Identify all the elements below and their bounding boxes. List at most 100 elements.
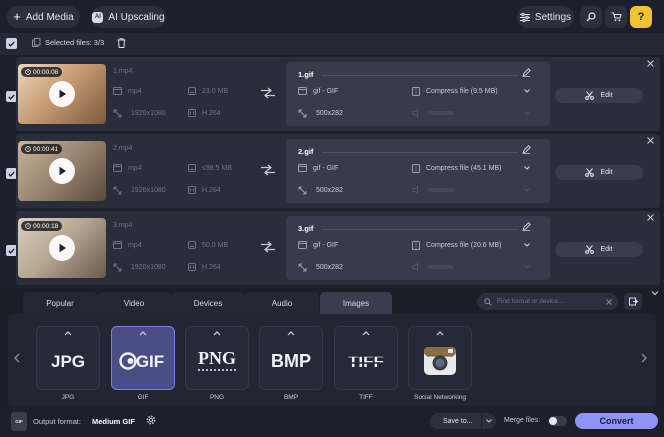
format-label: JPG <box>61 394 75 401</box>
chevron-up-icon[interactable] <box>287 331 295 336</box>
edit-button[interactable]: Edit <box>555 242 643 257</box>
close-icon <box>647 60 654 67</box>
compress-dropdown[interactable]: Compress file (45.1 MB) <box>412 164 501 173</box>
edit-label: Edit <box>600 169 613 176</box>
output-format-icon[interactable]: GIF <box>11 412 27 431</box>
output-format-label: Output format: <box>33 417 81 426</box>
scroll-left-button[interactable] <box>14 353 20 363</box>
rename-button[interactable] <box>522 222 531 231</box>
target-file-name: 1.gif <box>298 70 314 79</box>
file-row[interactable]: 00:00:08 1.mp4 mp4 23.0 MB 1920x1080 H.2… <box>16 57 660 131</box>
source-container: mp4 <box>113 164 142 172</box>
file-icon <box>113 241 122 249</box>
resize-icon <box>113 263 122 272</box>
remove-file-button[interactable] <box>647 137 654 144</box>
collapse-panel-button[interactable] <box>651 290 659 296</box>
source-codec: H.264 <box>188 109 221 117</box>
format-logo: JPG <box>46 351 90 371</box>
format-tile[interactable]: GIF <box>111 326 175 390</box>
play-icon <box>58 243 67 253</box>
compress-icon <box>412 87 420 96</box>
remove-file-button[interactable] <box>647 60 654 67</box>
video-thumbnail[interactable]: 00:00:08 <box>18 64 106 124</box>
clock-icon <box>25 223 31 229</box>
file-row[interactable]: 00:00:18 3.mp4 mp4 50.0 MB 1920x1080 H.2… <box>16 211 660 285</box>
size-text: 50.0 MB <box>202 241 229 249</box>
compress-text: Compress file (20.6 MB) <box>426 242 502 249</box>
target-resolution-text: 500x282 <box>316 264 343 271</box>
file-row[interactable]: 00:00:41 2.mp4 mp4 ≤98.5 MB 1920x1080 H.… <box>16 134 660 208</box>
delete-selected-button[interactable] <box>117 38 126 48</box>
select-all-checkbox[interactable] <box>6 38 17 49</box>
target-format: gif - GIF <box>298 241 338 249</box>
cart-button[interactable] <box>605 6 627 28</box>
chevron-up-icon[interactable] <box>213 331 221 336</box>
convert-button[interactable]: Convert <box>575 413 658 429</box>
tab-popular[interactable]: Popular <box>23 292 97 314</box>
clock-icon <box>25 146 31 152</box>
tab-images[interactable]: Images <box>320 292 392 314</box>
help-button[interactable]: ? <box>630 6 652 28</box>
merge-files-label: Merge files: <box>504 417 541 424</box>
source-size: 50.0 MB <box>188 241 228 249</box>
format-export-button[interactable] <box>624 293 642 310</box>
resize-icon <box>298 186 307 195</box>
play-button[interactable] <box>49 235 75 261</box>
compress-chevron-icon[interactable] <box>524 166 530 170</box>
remove-file-button[interactable] <box>647 214 654 221</box>
gif-badge-icon: GIF <box>15 419 23 424</box>
compress-dropdown[interactable]: Compress file (9.5 MB) <box>412 87 498 96</box>
audio-off-icon <box>412 109 422 117</box>
chevron-up-icon[interactable] <box>139 331 147 336</box>
clear-icon[interactable] <box>606 298 612 305</box>
target-format-text: gif - GIF <box>313 164 339 172</box>
codec-text: H.264 <box>202 263 221 271</box>
edit-button[interactable]: Edit <box>555 88 643 103</box>
chevron-up-icon[interactable] <box>362 331 370 336</box>
scissors-icon <box>585 91 595 100</box>
source-file-name: 1.mp4 <box>113 68 133 75</box>
settings-button[interactable]: Settings <box>517 6 574 28</box>
chevron-up-icon[interactable] <box>436 331 444 336</box>
source-resolution: 1920x1080 <box>113 109 166 118</box>
format-search-input[interactable]: Find format or device... <box>477 293 618 310</box>
format-tile[interactable]: PNG <box>185 326 249 390</box>
play-button[interactable] <box>49 158 75 184</box>
tab-audio[interactable]: Audio <box>245 292 319 314</box>
chevron-up-icon[interactable] <box>64 331 72 336</box>
source-codec: H.264 <box>188 186 221 194</box>
edit-label: Edit <box>600 246 613 253</box>
add-media-button[interactable]: + Add Media <box>7 6 80 28</box>
format-tile[interactable] <box>408 326 472 390</box>
tab-devices[interactable]: Devices <box>171 292 245 314</box>
format-label: BMP <box>283 394 299 401</box>
save-to-dropdown[interactable]: Save to... <box>430 413 496 429</box>
output-settings-button[interactable] <box>145 414 157 426</box>
compress-dropdown[interactable]: Compress file (20.6 MB) <box>412 241 501 250</box>
rename-button[interactable] <box>522 68 531 77</box>
search-button[interactable] <box>580 6 602 28</box>
chevron-right-icon <box>641 353 647 363</box>
audio-chevron-icon <box>524 188 530 192</box>
format-tile[interactable]: JPG <box>36 326 100 390</box>
format-label: Social Networking <box>413 394 467 401</box>
video-thumbnail[interactable]: 00:00:18 <box>18 218 106 278</box>
ai-upscaling-button[interactable]: AI AI Upscaling <box>91 6 166 28</box>
merge-files-toggle[interactable] <box>548 416 567 426</box>
video-thumbnail[interactable]: 00:00:41 <box>18 141 106 201</box>
play-button[interactable] <box>49 81 75 107</box>
edit-button[interactable]: Edit <box>555 165 643 180</box>
format-tile[interactable]: TIFF <box>334 326 398 390</box>
scroll-right-button[interactable] <box>641 353 647 363</box>
compress-chevron-icon[interactable] <box>524 243 530 247</box>
rename-button[interactable] <box>522 145 531 154</box>
resize-icon <box>113 186 122 195</box>
audio-chevron-icon <box>524 265 530 269</box>
compress-chevron-icon[interactable] <box>524 89 530 93</box>
search-placeholder: Find format or device... <box>497 298 564 305</box>
tab-video[interactable]: Video <box>97 292 171 314</box>
format-tile[interactable]: BMP <box>259 326 323 390</box>
plus-icon: + <box>13 9 21 24</box>
close-icon <box>647 137 654 144</box>
chevron-down-icon <box>486 419 492 423</box>
